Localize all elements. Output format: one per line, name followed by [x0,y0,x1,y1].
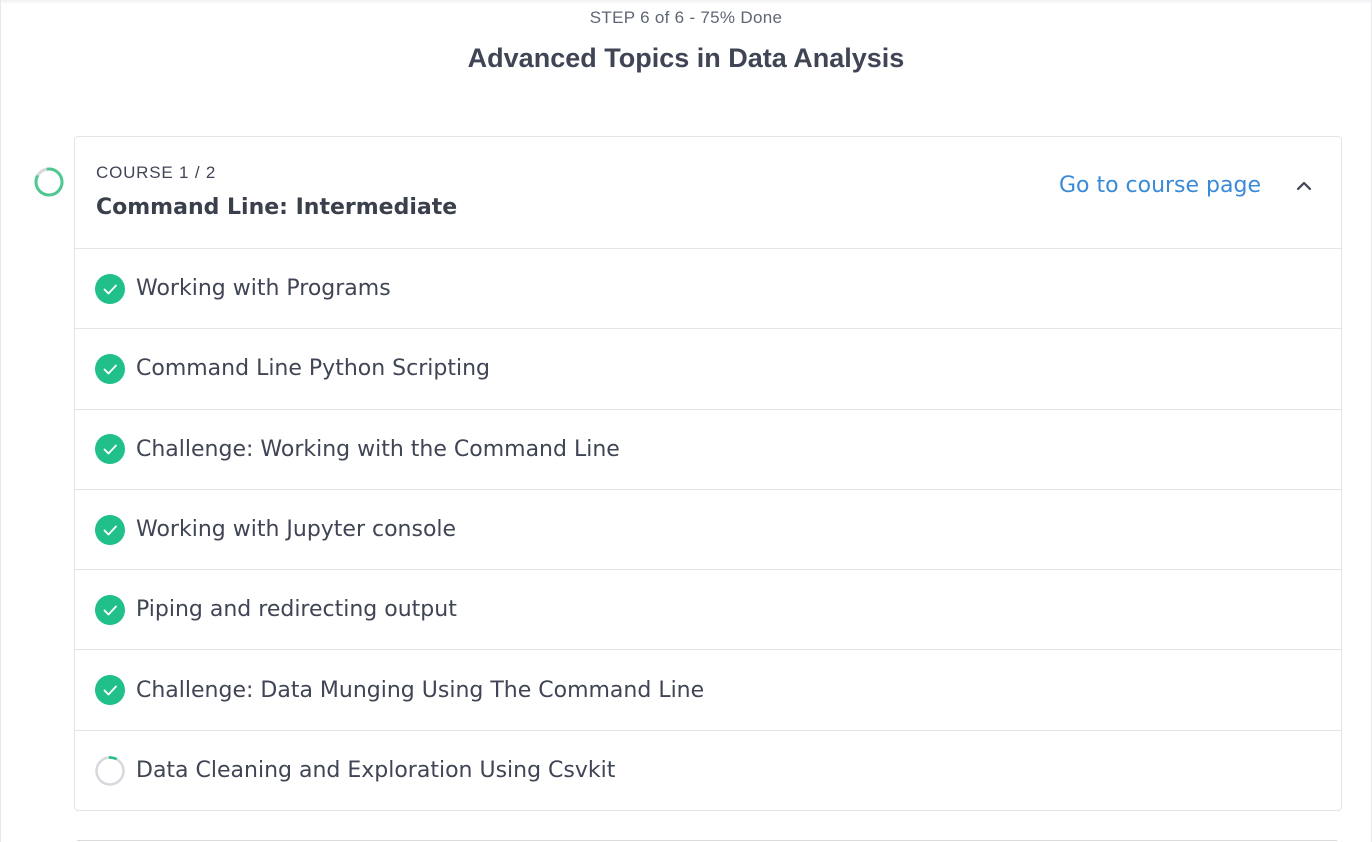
check-circle-icon [95,273,125,304]
go-to-course-page-link[interactable]: Go to course page [1059,173,1261,198]
top-edge-shadow [1,0,1371,4]
learning-path-page: STEP 6 of 6 - 75% Done Advanced Topics i… [0,0,1372,842]
chevron-up-icon [1296,181,1312,191]
check-circle-icon [95,514,125,545]
lesson-label: Data Cleaning and Exploration Using Csvk… [136,758,616,784]
check-circle-icon [95,353,125,384]
in-progress-ring-icon [95,756,125,786]
check-circle-icon [95,434,125,465]
check-circle-icon [95,594,125,625]
course-progress-ring-icon [34,167,64,197]
lesson-item[interactable]: Challenge: Data Munging Using The Comman… [75,650,1341,731]
lesson-item[interactable]: Working with Programs [75,249,1341,330]
next-course-divider [77,840,1337,841]
lesson-item[interactable]: Working with Jupyter console [75,490,1341,571]
lesson-label: Piping and redirecting output [136,597,457,623]
lesson-label: Challenge: Working with the Command Line [136,436,620,462]
course-header: COURSE 1 / 2 Command Line: Intermediate … [75,137,1341,249]
course-title: Command Line: Intermediate [96,195,458,220]
step-progress-label: STEP 6 of 6 - 75% Done [589,8,783,27]
lesson-list: Working with Programs Command Line Pytho… [75,249,1341,811]
lesson-item[interactable]: Command Line Python Scripting [75,329,1341,410]
check-circle-icon [95,675,125,706]
step-title: Advanced Topics in Data Analysis [467,43,905,73]
lesson-label: Working with Jupyter console [136,517,457,543]
lesson-label: Command Line Python Scripting [136,356,490,382]
lesson-item[interactable]: Data Cleaning and Exploration Using Csvk… [75,731,1341,811]
course-card: COURSE 1 / 2 Command Line: Intermediate … [74,136,1342,811]
lesson-item[interactable]: Piping and redirecting output [75,570,1341,651]
course-counter: COURSE 1 / 2 [96,163,217,182]
lesson-label: Working with Programs [136,276,391,302]
collapse-course-button[interactable] [1291,173,1317,199]
lesson-label: Challenge: Data Munging Using The Comman… [136,677,705,703]
lesson-item[interactable]: Challenge: Working with the Command Line [75,410,1341,490]
